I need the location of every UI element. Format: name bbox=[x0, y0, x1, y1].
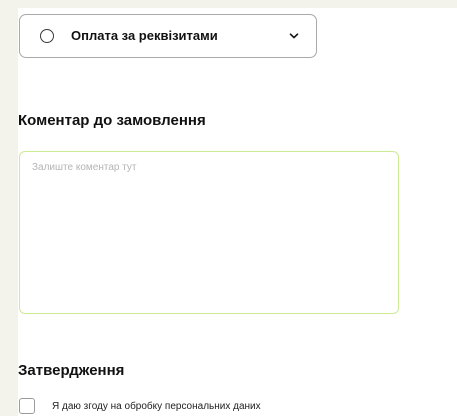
confirmation-section-title: Затвердження bbox=[18, 362, 125, 379]
consent-label[interactable]: Я даю згоду на обробку персональних дани… bbox=[52, 401, 261, 412]
consent-checkbox[interactable] bbox=[19, 398, 35, 414]
payment-method-label: Оплата за реквізитами bbox=[71, 28, 218, 43]
chevron-down-icon[interactable] bbox=[288, 30, 300, 42]
checkout-page: Оплата за реквізитами Коментар до замовл… bbox=[0, 0, 457, 416]
top-band bbox=[0, 0, 457, 8]
order-form-panel: Оплата за реквізитами Коментар до замовл… bbox=[18, 8, 457, 416]
payment-method-select[interactable]: Оплата за реквізитами bbox=[19, 14, 317, 58]
comment-section-title: Коментар до замовлення bbox=[18, 112, 206, 129]
radio-unchecked-icon[interactable] bbox=[40, 29, 54, 43]
consent-row[interactable]: Я даю згоду на обробку персональних дани… bbox=[19, 397, 261, 415]
order-comment-textarea[interactable] bbox=[19, 151, 399, 314]
